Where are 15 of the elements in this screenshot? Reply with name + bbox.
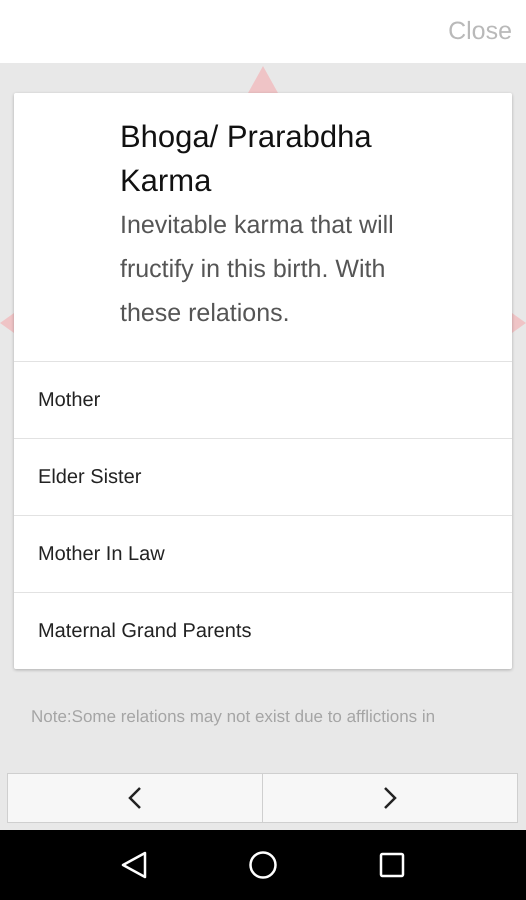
- back-icon[interactable]: [120, 851, 147, 879]
- card-description: Inevitable karma that will fructify in this birth. With these relations.: [120, 210, 395, 329]
- chevron-left-icon: [128, 786, 142, 810]
- relation-item[interactable]: Elder Sister: [14, 438, 512, 515]
- home-icon[interactable]: [248, 850, 278, 880]
- relation-item[interactable]: Mother In Law: [14, 515, 512, 592]
- chevron-right-icon: [383, 786, 397, 810]
- card-title: Bhoga/ Prarabdha Karma: [120, 118, 373, 200]
- recents-icon[interactable]: [379, 852, 406, 878]
- pointer-icon: [512, 313, 526, 333]
- note-text: Note:Some relations may not exist due to afflictions in: [31, 707, 436, 727]
- pointer-icon: [0, 313, 14, 333]
- pointer-icon: [248, 66, 278, 93]
- relation-item[interactable]: Mother: [14, 362, 512, 438]
- relation-item[interactable]: Maternal Grand Parents: [14, 592, 512, 669]
